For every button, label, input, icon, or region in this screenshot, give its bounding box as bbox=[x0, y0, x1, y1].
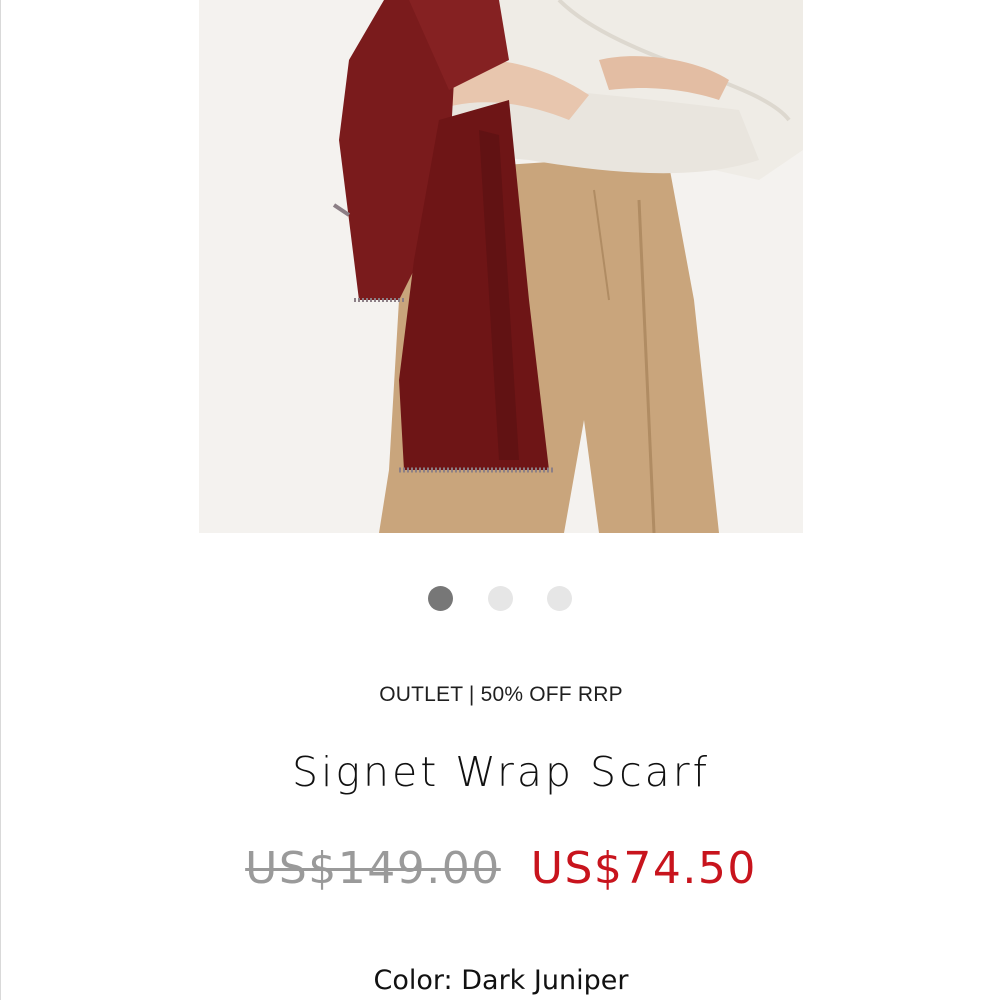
color-selection: Color: Dark Juniper bbox=[1, 965, 1000, 996]
price-row: US$149.00 US$74.50 bbox=[1, 843, 1000, 894]
color-value: Dark Juniper bbox=[461, 965, 629, 996]
sale-price: US$74.50 bbox=[530, 843, 757, 894]
outlet-label: OUTLET | 50% OFF RRP bbox=[379, 683, 623, 706]
color-label: Color: bbox=[373, 965, 453, 996]
carousel-dot-2[interactable] bbox=[488, 586, 513, 611]
product-title: Signet Wrap Scarf bbox=[291, 748, 711, 796]
product-photo-illustration bbox=[199, 0, 803, 533]
original-price: US$149.00 bbox=[245, 843, 501, 894]
product-page: OUTLET | 50% OFF RRP Signet Wrap Scarf U… bbox=[0, 0, 1000, 1000]
product-image[interactable] bbox=[199, 0, 803, 533]
carousel-pagination bbox=[1, 586, 1000, 612]
carousel-dot-1[interactable] bbox=[428, 586, 453, 611]
carousel-dot-3[interactable] bbox=[547, 586, 572, 611]
